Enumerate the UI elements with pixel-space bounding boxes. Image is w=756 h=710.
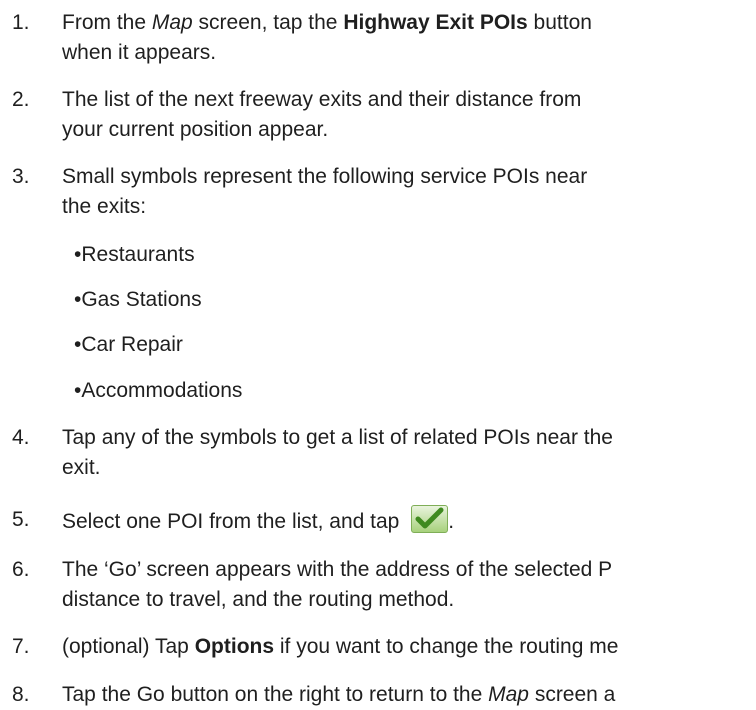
step-text-continued: distance to travel, and the routing meth… [62,588,455,611]
step-number: 5. [12,508,30,531]
step-number: 8. [12,683,30,706]
step-text-continued: the exits: [62,195,147,218]
step-text: (optional) Tap Options if you want to ch… [62,635,619,658]
step-text: The list of the next freeway exits and t… [62,88,582,111]
step-text-continued: exit. [62,456,101,479]
step-number: 7. [12,635,30,658]
step-text: Tap the Go button on the right to return… [62,683,616,706]
bullet-accommodations: •Accommodations [74,379,243,402]
step-text: The ‘Go’ screen appears with the address… [62,558,613,581]
step-number: 1. [12,11,30,34]
bullet-restaurants: •Restaurants [74,243,195,266]
bullet-gas-stations: •Gas Stations [74,288,202,311]
step-text-continued: your current position appear. [62,118,329,141]
step-number: 2. [12,88,30,111]
step-text: From the Map screen, tap the Highway Exi… [62,11,592,34]
step-text: Select one POI from the list, and tap . [62,505,454,537]
green-checkmark-icon [411,505,449,533]
instructions-page: 1. From the Map screen, tap the Highway … [0,0,756,710]
step-text-continued: when it appears. [62,41,217,64]
step-number: 3. [12,165,30,188]
step-text: Tap any of the symbols to get a list of … [62,426,613,449]
step-number: 6. [12,558,30,581]
step-number: 4. [12,426,30,449]
bullet-car-repair: •Car Repair [74,333,183,356]
step-text: Small symbols represent the following se… [62,165,588,188]
